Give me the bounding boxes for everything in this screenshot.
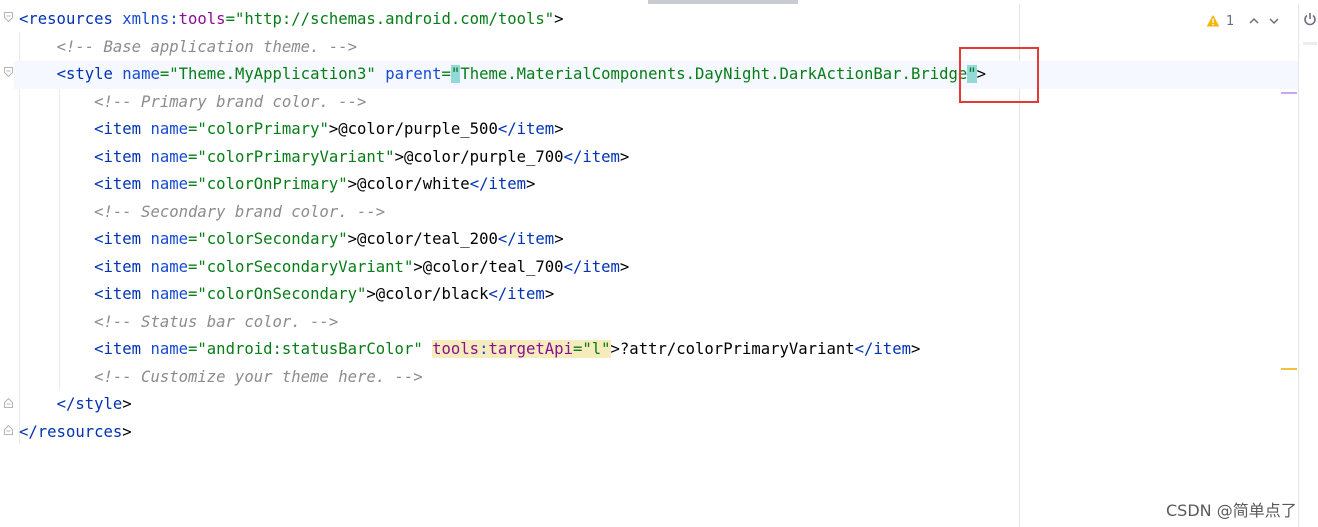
warning-icon[interactable] [1206, 14, 1220, 28]
xml-comment: <!-- Status bar color. --> [94, 312, 339, 331]
xml-text: @color/purple_500 [338, 120, 498, 138]
code-line-4[interactable]: <!-- Primary brand color. --> [14, 89, 1298, 117]
xml-value: "http://schemas.android.com/tools" [234, 10, 555, 28]
xml-punct: > [554, 10, 564, 28]
watermark: CSDN @简单点了 [1166, 501, 1297, 520]
xml-tag: style [65, 65, 113, 83]
xml-end-tag: item [582, 147, 620, 166]
xml-tag: item [103, 175, 142, 193]
code-editor[interactable]: <resources xmlns:tools="http://schemas.a… [14, 4, 1298, 527]
xml-end-tag: resources [37, 422, 123, 441]
xml-eq: = [441, 65, 451, 83]
chevron-up-icon[interactable] [1248, 15, 1260, 27]
xml-comment: <!-- Base application theme. --> [56, 37, 357, 56]
code-line-5[interactable]: <item name="colorPrimary">@color/purple_… [14, 116, 1298, 144]
xml-value: "colorSecondary" [197, 230, 348, 248]
power-icon[interactable] [1303, 12, 1317, 26]
xml-comment: <!-- Secondary brand color. --> [94, 202, 386, 221]
xml-attr: name [150, 147, 189, 166]
xml-text: @color/white [357, 175, 470, 193]
code-line-11[interactable]: <item name="colorOnSecondary">@color/bla… [14, 281, 1298, 309]
xml-text: ?attr/colorPrimaryVariant [619, 340, 855, 358]
xml-attr: name [150, 257, 189, 276]
error-stripe-marker[interactable] [1281, 92, 1297, 94]
matched-quote: " [450, 65, 461, 83]
chevron-down-icon[interactable] [1268, 15, 1280, 27]
xml-comment: <!-- Customize your theme here. --> [94, 367, 423, 386]
xml-punct: < [19, 10, 29, 28]
code-line-15[interactable]: </style> [14, 391, 1298, 419]
warning-count[interactable]: 1 [1226, 14, 1234, 29]
fold-open-icon[interactable] [4, 67, 13, 77]
xml-end-tag: item [507, 285, 545, 303]
xml-attr: name [150, 340, 189, 358]
code-line-1[interactable]: <resources xmlns:tools="http://schemas.a… [14, 6, 1298, 34]
xml-value: Theme.MaterialComponents.DayNight.DarkAc… [460, 65, 968, 83]
xml-text: @color/purple_700 [403, 147, 564, 166]
xml-tag: item [103, 257, 142, 276]
xml-tag: item [103, 120, 142, 138]
xml-end-tag: item [488, 175, 527, 193]
xml-eq: = [159, 65, 170, 83]
xml-attr: tools [178, 10, 226, 28]
fold-open-icon[interactable] [4, 12, 13, 22]
error-stripe-marker[interactable] [1281, 368, 1297, 370]
code-line-3[interactable]: <style name="Theme.MyApplication3" paren… [14, 61, 1298, 89]
xml-text: @color/teal_700 [422, 257, 564, 276]
xml-value: "Theme.MyApplication3" [169, 65, 376, 83]
xml-attr: name [150, 120, 189, 138]
xml-value: "colorOnPrimary" [197, 175, 348, 193]
fold-close-icon[interactable] [4, 425, 13, 435]
xml-comment: <!-- Primary brand color. --> [94, 92, 367, 111]
scroll-thumb[interactable] [1303, 42, 1317, 45]
xml-eq: = [225, 10, 235, 28]
code-line-14[interactable]: <!-- Customize your theme here. --> [14, 364, 1298, 392]
xml-end-tag: item [873, 340, 911, 358]
code-line-12[interactable]: <!-- Status bar color. --> [14, 309, 1298, 337]
xml-attr: targetApi [488, 340, 573, 358]
annotation-highlight-box [959, 47, 1039, 103]
xml-tag: item [103, 285, 142, 303]
xml-end-tag: item [516, 230, 555, 248]
code-line-9[interactable]: <item name="colorSecondary">@color/teal_… [14, 226, 1298, 254]
unused-attr-highlight[interactable]: tools:targetApi="l" [432, 340, 611, 358]
xml-end-tag: style [75, 395, 123, 413]
xml-attr: name [122, 65, 160, 83]
xml-tag: item [103, 147, 142, 166]
xml-value: "colorPrimaryVariant" [197, 147, 395, 166]
xml-tag: item [103, 340, 142, 358]
fold-close-icon[interactable] [4, 398, 13, 408]
xml-value: "colorSecondaryVariant" [197, 257, 414, 276]
code-line-7[interactable]: <item name="colorOnPrimary">@color/white… [14, 171, 1298, 199]
xml-attr-ns: xmlns [122, 10, 170, 28]
xml-punct: < [56, 65, 66, 83]
xml-attr-ns: tools [432, 340, 480, 358]
xml-attr: parent [385, 65, 442, 83]
code-line-8[interactable]: <!-- Secondary brand color. --> [14, 199, 1298, 227]
xml-value: "android:statusBarColor" [197, 340, 423, 358]
xml-attr: name [150, 285, 189, 303]
xml-text: @color/teal_200 [357, 230, 498, 248]
xml-text: @color/black [375, 285, 489, 303]
xml-tag: item [103, 230, 142, 248]
xml-value: "l" [582, 340, 611, 358]
xml-end-tag: item [582, 257, 620, 276]
xml-value: "colorPrimary" [197, 120, 329, 138]
code-line-6[interactable]: <item name="colorPrimaryVariant">@color/… [14, 144, 1298, 172]
code-line-2[interactable]: <!-- Base application theme. --> [14, 34, 1298, 62]
xml-attr: name [150, 175, 189, 193]
xml-value: "colorOnSecondary" [197, 285, 367, 303]
xml-end-tag: item [516, 120, 555, 138]
xml-tag: resources [28, 10, 113, 28]
code-line-10[interactable]: <item name="colorSecondaryVariant">@colo… [14, 254, 1298, 282]
inspection-widget[interactable]: 1 [1206, 10, 1280, 32]
xml-colon: : [169, 10, 179, 28]
editor-gutter[interactable] [0, 4, 14, 527]
code-line-13[interactable]: <item name="android:statusBarColor" tool… [14, 336, 1298, 364]
code-line-16[interactable]: </resources> [14, 419, 1298, 447]
xml-attr: name [150, 230, 189, 248]
editor-scrollbar[interactable] [1298, 4, 1318, 527]
